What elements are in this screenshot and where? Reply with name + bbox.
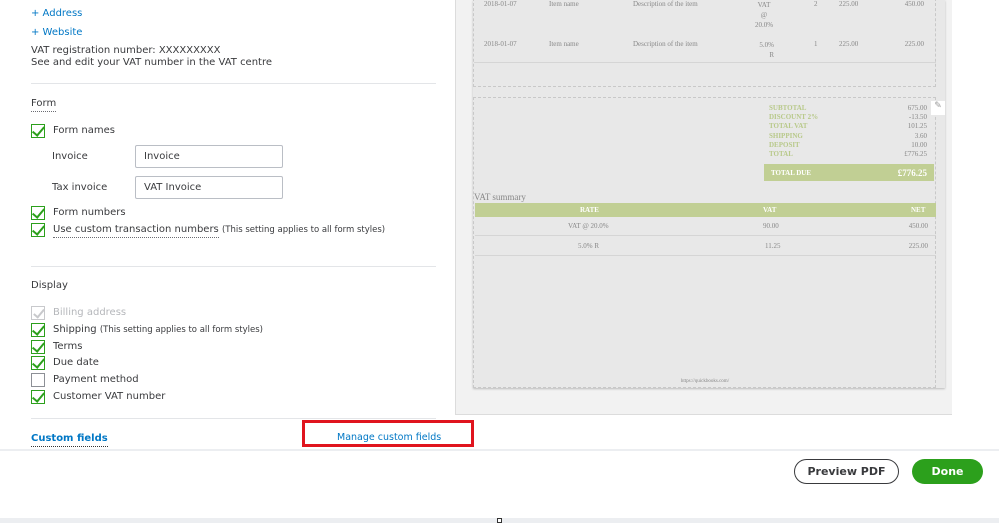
- resize-handle[interactable]: [497, 518, 502, 523]
- custom-numbers-label: Use custom transaction numbers: [53, 224, 219, 238]
- custom-fields-section-title[interactable]: Custom fields: [31, 433, 108, 447]
- vat-summary-row: 5.0% R 11.25 225.00: [475, 237, 936, 256]
- tax-invoice-name-input[interactable]: [135, 176, 283, 199]
- billing-address-label: Billing address: [53, 307, 127, 318]
- vat-registration-number: VAT registration number: XXXXXXXXX: [31, 45, 221, 56]
- terms-label: Terms: [53, 341, 83, 352]
- totals-section: ✎ SUBTOTAL 675.00 DISCOUNT 2% -13.50 TOTAL…: [473, 97, 945, 388]
- form-names-label: Form names: [53, 125, 115, 136]
- due-date-label: Due date: [53, 357, 99, 368]
- payment-method-label: Payment method: [53, 374, 139, 385]
- customer-vat-number-label: Customer VAT number: [53, 391, 166, 402]
- vat-summary-row: VAT @ 20.0% 90.00 450.00: [475, 217, 936, 236]
- invoice-label: Invoice: [52, 151, 88, 162]
- edit-pencil-icon[interactable]: ✎: [931, 101, 945, 115]
- divider: [31, 266, 436, 267]
- custom-numbers-note: (This setting applies to all form styles…: [221, 225, 386, 235]
- divider: [31, 418, 436, 419]
- total-due-bar: TOTAL DUE £776.25: [764, 164, 934, 181]
- manage-custom-fields-link[interactable]: Manage custom fields: [337, 432, 441, 443]
- shipping-note: (This setting applies to all form styles…: [99, 325, 263, 335]
- shipping-checkbox[interactable]: [31, 323, 45, 337]
- terms-checkbox[interactable]: [31, 340, 45, 354]
- form-names-checkbox[interactable]: [31, 124, 45, 138]
- custom-numbers-checkbox[interactable]: [31, 223, 45, 237]
- line-items-section: 2018-01-07 Item name Description of the …: [473, 0, 936, 87]
- customer-vat-number-checkbox[interactable]: [31, 390, 45, 404]
- vat-note: See and edit your VAT number in the VAT …: [31, 57, 273, 68]
- payment-method-checkbox[interactable]: [31, 373, 45, 387]
- footer-divider: [0, 449, 999, 451]
- shipping-label: Shipping: [53, 324, 97, 335]
- vat-summary-title: VAT summary: [474, 192, 526, 202]
- done-button[interactable]: Done: [912, 459, 983, 484]
- totals-list: SUBTOTAL 675.00 DISCOUNT 2% -13.50 TOTAL V…: [769, 104, 927, 159]
- display-section-title: Display: [31, 280, 68, 291]
- form-numbers-checkbox[interactable]: [31, 206, 45, 220]
- preview-pdf-button[interactable]: Preview PDF: [794, 459, 899, 484]
- due-date-checkbox[interactable]: [31, 356, 45, 370]
- billing-address-checkbox: [31, 306, 45, 320]
- form-section-title[interactable]: Form: [31, 98, 57, 112]
- tax-invoice-label: Tax invoice: [52, 182, 108, 193]
- divider: [31, 83, 436, 84]
- invoice-preview: 2018-01-07 Item name Description of the …: [455, 0, 952, 415]
- add-website-link[interactable]: + Website: [31, 27, 82, 38]
- footer-url: https://quickbooks.com/: [680, 379, 730, 384]
- invoice-paper: 2018-01-07 Item name Description of the …: [473, 0, 945, 388]
- invoice-name-input[interactable]: [135, 145, 283, 168]
- line-item-row: 2018-01-07 Item name Description of the …: [484, 0, 924, 29]
- line-item-row: 2018-01-07 Item name Description of the …: [484, 40, 924, 59]
- form-numbers-label: Form numbers: [53, 207, 126, 218]
- add-address-link[interactable]: + Address: [31, 8, 82, 19]
- vat-summary-header: RATE VAT NET: [475, 203, 936, 217]
